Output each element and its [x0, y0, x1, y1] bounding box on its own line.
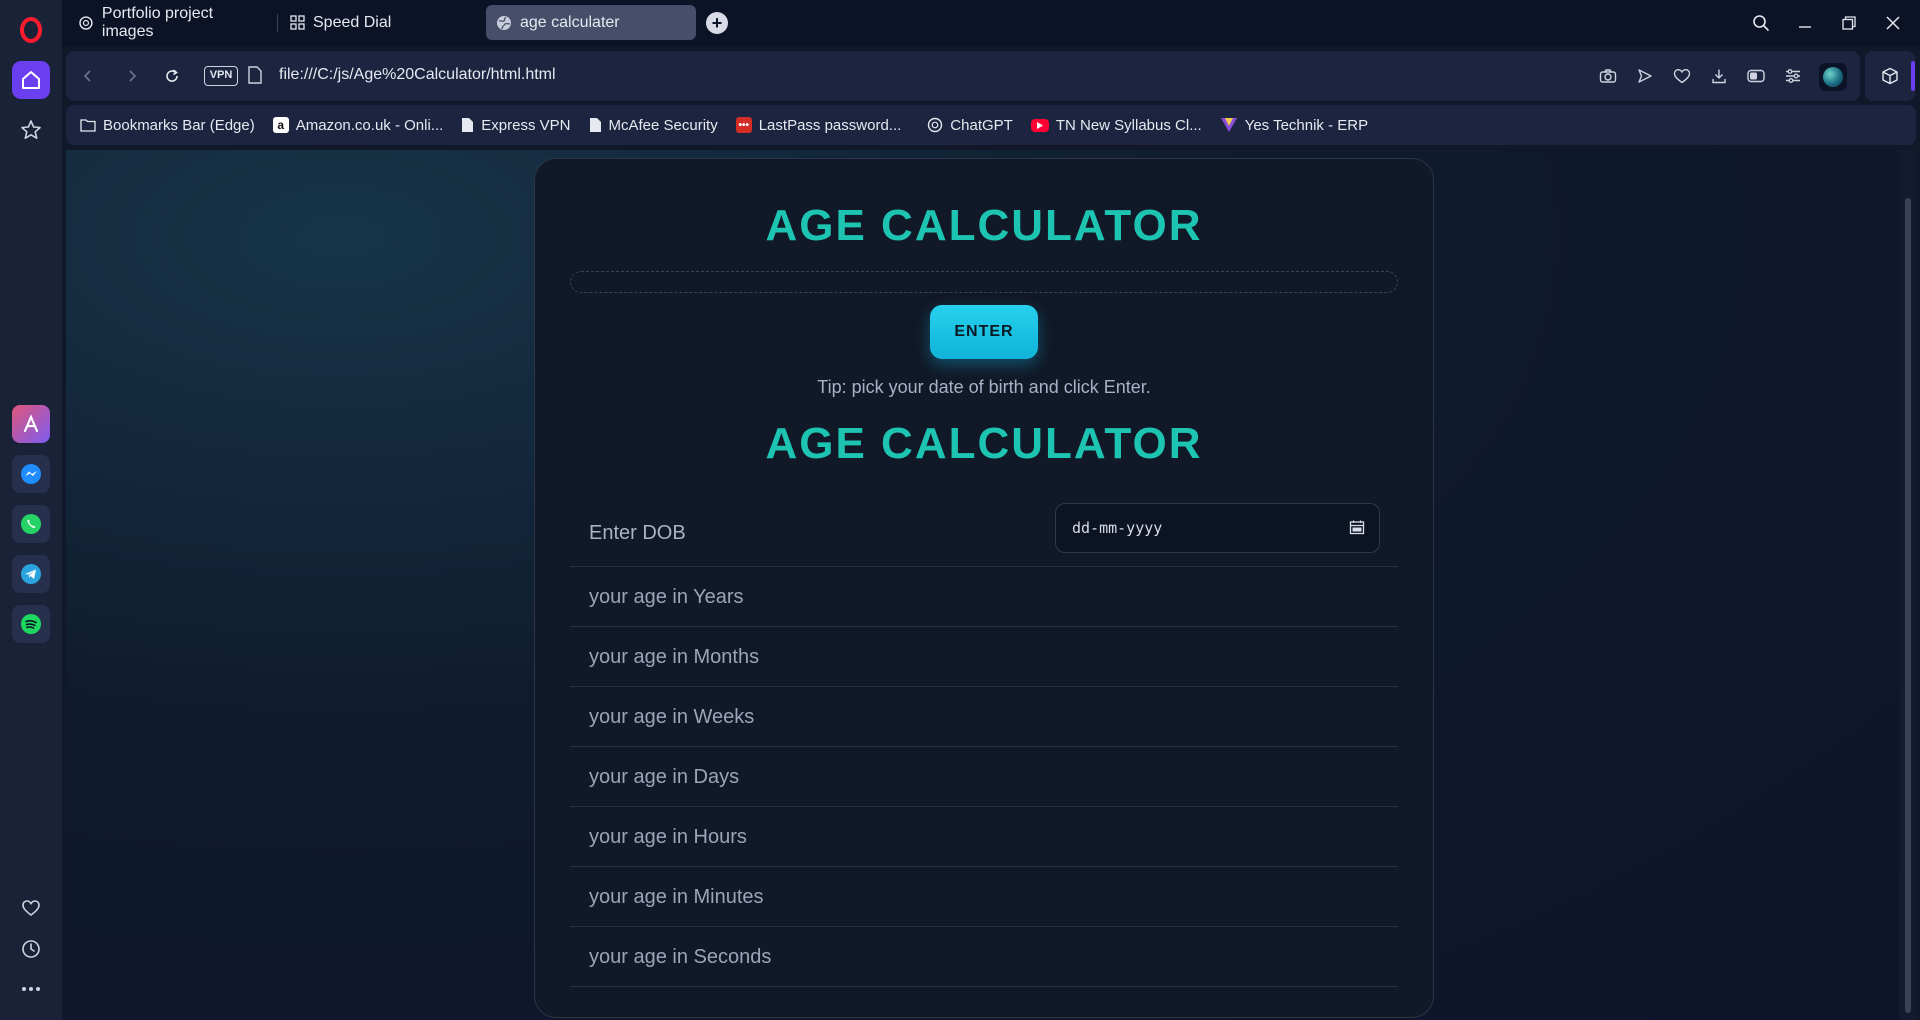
- youtube-icon: [1030, 118, 1049, 132]
- bookmark-label: Bookmarks Bar (Edge): [103, 116, 255, 134]
- bookmark-label: Express VPN: [481, 116, 571, 134]
- globe-icon: [497, 15, 511, 30]
- aria-app-icon[interactable]: [12, 405, 50, 443]
- page-scrollbar[interactable]: [1900, 150, 1916, 1020]
- page-info-icon[interactable]: [248, 66, 262, 89]
- result-label: your age in Weeks: [589, 706, 755, 728]
- bookmark-label: ChatGPT: [950, 116, 1013, 134]
- bookmark-heart-icon[interactable]: [1670, 64, 1694, 88]
- back-arrow-icon[interactable]: [76, 64, 100, 88]
- folder-icon: [80, 119, 96, 132]
- profile-globe-icon[interactable]: [1819, 63, 1847, 91]
- bookmark-label: McAfee Security: [608, 116, 718, 134]
- bookmark-label: Yes Technik - ERP: [1244, 116, 1369, 134]
- minimize-icon[interactable]: [1792, 10, 1818, 36]
- messenger-icon[interactable]: [12, 455, 50, 493]
- tab-strip: Portfolio project images Speed Dial age …: [62, 0, 1920, 46]
- extensions-cube-icon[interactable]: [1865, 51, 1915, 101]
- opera-sidebar: [0, 0, 62, 1020]
- page-viewport: AGE CALCULATOR ENTER Tip: pick your date…: [66, 150, 1898, 1020]
- vpn-badge[interactable]: VPN: [204, 66, 238, 86]
- bookmark-amazon[interactable]: a Amazon.co.uk - Onli...: [272, 116, 444, 134]
- opera-logo-icon[interactable]: [12, 11, 50, 49]
- dob-date-input[interactable]: dd-mm-yyyy: [1055, 503, 1380, 553]
- bookmark-label: LastPass password...: [758, 116, 902, 134]
- telegram-icon[interactable]: [12, 555, 50, 593]
- tab-speed-dial[interactable]: Speed Dial: [280, 5, 480, 40]
- age-calculator-card: AGE CALCULATOR ENTER Tip: pick your date…: [534, 158, 1434, 1018]
- enter-button[interactable]: ENTER: [930, 305, 1038, 359]
- result-label: your age in Months: [589, 646, 760, 668]
- close-icon[interactable]: [1880, 10, 1906, 36]
- camera-icon[interactable]: [1596, 64, 1620, 88]
- lastpass-icon: •••: [735, 117, 752, 133]
- calendar-icon[interactable]: [1349, 519, 1365, 535]
- tab-age-calculater[interactable]: age calculater: [486, 5, 696, 40]
- bookmark-edge-folder[interactable]: Bookmarks Bar (Edge): [80, 117, 255, 134]
- page-title: AGE CALCULATOR: [765, 201, 1203, 250]
- dob-row: Enter DOB dd-mm-yyyy: [570, 497, 1398, 567]
- bookmark-tn-syllabus[interactable]: TN New Syllabus Cl...: [1030, 116, 1202, 134]
- result-label: your age in Years: [589, 586, 744, 608]
- tab-portfolio[interactable]: Portfolio project images: [68, 5, 278, 40]
- amazon-icon: a: [272, 117, 289, 133]
- tab-label: age calculater: [520, 13, 620, 31]
- page-icon: [462, 118, 474, 132]
- search-icon[interactable]: [1748, 10, 1774, 36]
- dob-placeholder: dd-mm-yyyy: [1072, 519, 1163, 537]
- result-label: your age in Seconds: [589, 946, 772, 968]
- bookmark-label: TN New Syllabus Cl...: [1055, 116, 1202, 134]
- scroll-thumb[interactable]: [1905, 198, 1911, 1013]
- result-row-months: your age in Months: [570, 627, 1398, 687]
- page-icon: [589, 118, 601, 132]
- bookmark-express-vpn[interactable]: Express VPN: [461, 116, 571, 134]
- bookmark-lastpass[interactable]: ••• LastPass password...: [735, 116, 902, 134]
- tab-label: Speed Dial: [313, 13, 392, 31]
- star-icon[interactable]: [12, 111, 50, 149]
- result-label: your age in Minutes: [589, 886, 764, 908]
- bookmark-chatgpt[interactable]: ChatGPT: [927, 117, 1013, 134]
- openai-icon: [928, 117, 943, 133]
- grid-icon: [290, 15, 305, 30]
- result-row-minutes: your age in Minutes: [570, 867, 1398, 927]
- result-label: your age in Days: [589, 766, 740, 788]
- easy-setup-icon[interactable]: [1781, 64, 1805, 88]
- send-icon[interactable]: [1633, 64, 1657, 88]
- result-row-days: your age in Days: [570, 747, 1398, 807]
- result-label: your age in Hours: [589, 826, 747, 848]
- more-dots-icon[interactable]: [12, 970, 50, 1008]
- whatsapp-icon[interactable]: [12, 505, 50, 543]
- result-row-hours: your age in Hours: [570, 807, 1398, 867]
- yestechnik-icon: [1220, 118, 1237, 132]
- new-tab-plus-icon[interactable]: +: [706, 12, 728, 34]
- result-row-years: your age in Years: [570, 567, 1398, 627]
- bookmark-mcafee[interactable]: McAfee Security: [589, 117, 718, 134]
- bookmark-yes-technik[interactable]: Yes Technik - ERP: [1220, 117, 1368, 134]
- openai-icon: [79, 15, 93, 30]
- battery-saver-icon[interactable]: [1744, 64, 1768, 88]
- bookmark-label: Amazon.co.uk - Onli...: [295, 116, 444, 134]
- home-icon[interactable]: [12, 61, 50, 99]
- forward-arrow-icon[interactable]: [120, 64, 144, 88]
- download-icon[interactable]: [1707, 64, 1731, 88]
- heart-icon[interactable]: [12, 889, 50, 927]
- result-row-weeks: your age in Weeks: [570, 687, 1398, 747]
- history-clock-icon[interactable]: [12, 930, 50, 968]
- reload-icon[interactable]: [160, 64, 184, 88]
- dob-label: Enter DOB: [589, 522, 686, 544]
- section-title: AGE CALCULATOR: [765, 419, 1203, 468]
- restore-icon[interactable]: [1836, 10, 1862, 36]
- tab-divider: [277, 14, 278, 32]
- address-bar: VPN file:///C:/js/Age%20Calculator/html.…: [66, 51, 1860, 101]
- sidebar-accent: [1911, 61, 1915, 91]
- result-row-seconds: your age in Seconds: [570, 927, 1398, 987]
- bookmarks-bar: Bookmarks Bar (Edge) a Amazon.co.uk - On…: [66, 105, 1916, 145]
- url-field[interactable]: file:///C:/js/Age%20Calculator/html.html: [279, 66, 556, 84]
- spotify-icon[interactable]: [12, 605, 50, 643]
- tip-text: Tip: pick your date of birth and click E…: [817, 377, 1151, 397]
- output-box: [570, 271, 1398, 293]
- tab-label: Portfolio project images: [101, 4, 214, 40]
